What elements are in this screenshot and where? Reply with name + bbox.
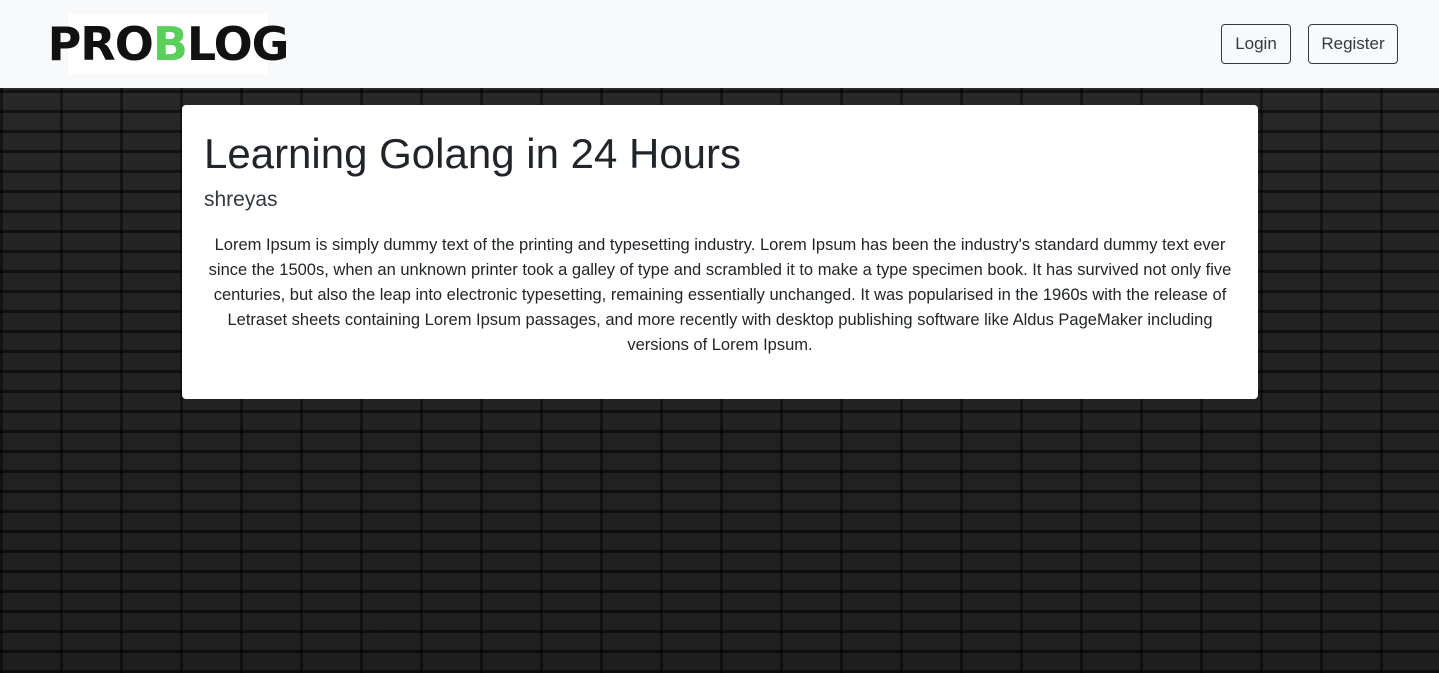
logo-text-log: LOG — [186, 17, 290, 71]
post-body: Lorem Ipsum is simply dummy text of the … — [208, 235, 1232, 354]
register-button[interactable]: Register — [1308, 24, 1398, 64]
post-author: shreyas — [204, 188, 278, 212]
navbar: PRO B LOG Login Register — [0, 0, 1439, 88]
post-title: Learning Golang in 24 Hours — [204, 130, 742, 177]
problog-logo[interactable]: PRO B LOG — [48, 14, 289, 74]
logo-text-b: B — [152, 17, 188, 71]
login-button[interactable]: Login — [1221, 24, 1291, 64]
post-card: Learning Golang in 24 Hours shreyas Lore… — [182, 105, 1258, 399]
logo-text-pro: PRO — [47, 17, 154, 71]
